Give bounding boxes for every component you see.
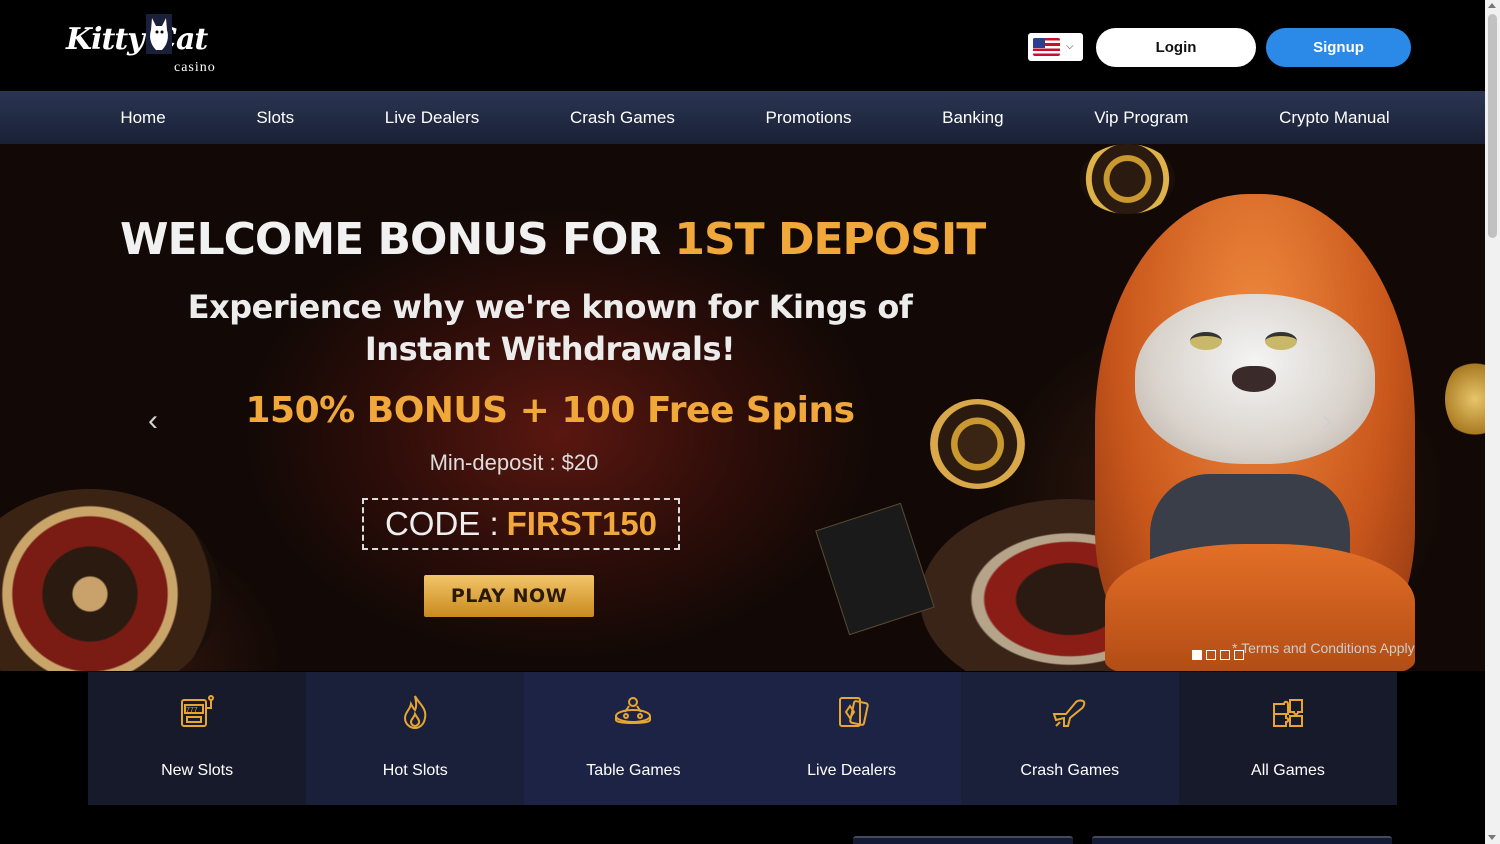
promo-code-value: FIRST150 bbox=[506, 505, 658, 542]
carousel-indicators bbox=[1192, 650, 1244, 660]
table-games-icon bbox=[615, 697, 652, 724]
logo-text: Kitty Cat bbox=[66, 22, 208, 57]
nav-crash-games[interactable]: Crash Games bbox=[570, 108, 675, 128]
page: Kitty Cat casino ⌵ Login Signup Home Slo… bbox=[0, 0, 1500, 844]
live-dealer-icon bbox=[838, 697, 869, 727]
svg-text:777: 777 bbox=[186, 707, 198, 714]
category-label: All Games bbox=[1251, 762, 1325, 779]
carousel-dot-4[interactable] bbox=[1234, 650, 1244, 660]
hero-title-orange: 1ST DEPOSIT bbox=[674, 214, 986, 265]
carousel-next-arrow-icon[interactable]: › bbox=[1322, 406, 1332, 436]
promo-code-label: CODE : bbox=[384, 505, 499, 542]
play-now-button[interactable]: PLAY NOW bbox=[424, 575, 594, 617]
category-crash-games[interactable]: Crash Games bbox=[960, 672, 1179, 805]
category-label: Live Dealers bbox=[807, 762, 897, 779]
roulette-wheel-image bbox=[0, 489, 220, 671]
carousel-dot-1[interactable] bbox=[1192, 650, 1202, 660]
logo-subtext: casino bbox=[174, 60, 216, 75]
carousel-prev-arrow-icon[interactable]: ‹ bbox=[148, 406, 158, 436]
airplane-icon bbox=[1052, 699, 1086, 727]
hero-title-white: WELCOME BONUS FOR bbox=[120, 214, 661, 265]
category-new-slots[interactable]: 777 New Slots bbox=[88, 672, 307, 805]
scroll-up-icon[interactable] bbox=[1488, 3, 1496, 8]
scrollbar[interactable] bbox=[1485, 0, 1500, 844]
category-label: Crash Games bbox=[1020, 762, 1120, 779]
tiger-eye bbox=[1190, 332, 1222, 350]
playing-cards-image bbox=[815, 502, 935, 636]
scroll-down-icon[interactable] bbox=[1488, 835, 1496, 840]
flame-icon bbox=[404, 695, 427, 730]
game-categories: 777 New Slots Hot Slots Table Games Live… bbox=[88, 672, 1398, 805]
language-selector[interactable]: ⌵ bbox=[1028, 33, 1083, 61]
nav-crypto-manual[interactable]: Crypto Manual bbox=[1279, 108, 1390, 128]
category-hot-slots[interactable]: Hot Slots bbox=[306, 672, 525, 805]
login-button[interactable]: Login bbox=[1096, 28, 1256, 67]
nav-vip-program[interactable]: Vip Program bbox=[1094, 108, 1188, 128]
category-all-games[interactable]: All Games bbox=[1178, 672, 1398, 805]
category-live-dealers[interactable]: Live Dealers bbox=[742, 672, 961, 805]
signup-button[interactable]: Signup bbox=[1266, 28, 1411, 67]
cat-logo-icon bbox=[146, 14, 172, 54]
puzzle-icon bbox=[1272, 699, 1303, 727]
terms-note: * Terms and Conditions Apply bbox=[1232, 640, 1415, 656]
nav-slots[interactable]: Slots bbox=[256, 108, 294, 128]
carousel-dot-2[interactable] bbox=[1206, 650, 1216, 660]
category-label: New Slots bbox=[161, 762, 234, 779]
bottom-panel bbox=[853, 836, 1073, 844]
nav-banking[interactable]: Banking bbox=[942, 108, 1003, 128]
hero-min-deposit: Min-deposit : $20 bbox=[429, 450, 599, 475]
tiger-eye bbox=[1265, 332, 1297, 350]
casino-chip-image bbox=[1080, 144, 1175, 214]
bottom-panel bbox=[1092, 836, 1392, 844]
category-table-games[interactable]: Table Games bbox=[524, 672, 743, 805]
hero-banner[interactable]: WELCOME BONUS FOR 1ST DEPOSIT Experience … bbox=[0, 144, 1485, 671]
nav-live-dealers[interactable]: Live Dealers bbox=[385, 108, 480, 128]
promo-code-box: CODE : FIRST150 bbox=[362, 498, 680, 550]
main-nav: Home Slots Live Dealers Crash Games Prom… bbox=[0, 91, 1485, 144]
hero-title: WELCOME BONUS FOR 1ST DEPOSIT bbox=[120, 214, 986, 265]
hero-bonus: 150% BONUS + 100 Free Spins bbox=[245, 390, 856, 431]
category-label: Table Games bbox=[586, 762, 681, 779]
nav-promotions[interactable]: Promotions bbox=[765, 108, 851, 128]
casino-chip-image bbox=[1445, 359, 1485, 439]
header: Kitty Cat casino ⌵ Login Signup bbox=[0, 0, 1485, 91]
hero-subtitle: Experience why we're known for Kings of … bbox=[187, 288, 913, 368]
chevron-down-icon: ⌵ bbox=[1066, 41, 1074, 52]
category-label: Hot Slots bbox=[382, 762, 448, 779]
us-flag-icon bbox=[1033, 38, 1060, 56]
tiger-nose bbox=[1232, 366, 1276, 392]
nav-home[interactable]: Home bbox=[120, 108, 165, 128]
slot-machine-icon: 777 bbox=[181, 695, 215, 727]
carousel-dot-3[interactable] bbox=[1220, 650, 1230, 660]
logo[interactable]: Kitty Cat casino bbox=[66, 14, 236, 78]
scrollbar-thumb[interactable] bbox=[1488, 14, 1497, 238]
